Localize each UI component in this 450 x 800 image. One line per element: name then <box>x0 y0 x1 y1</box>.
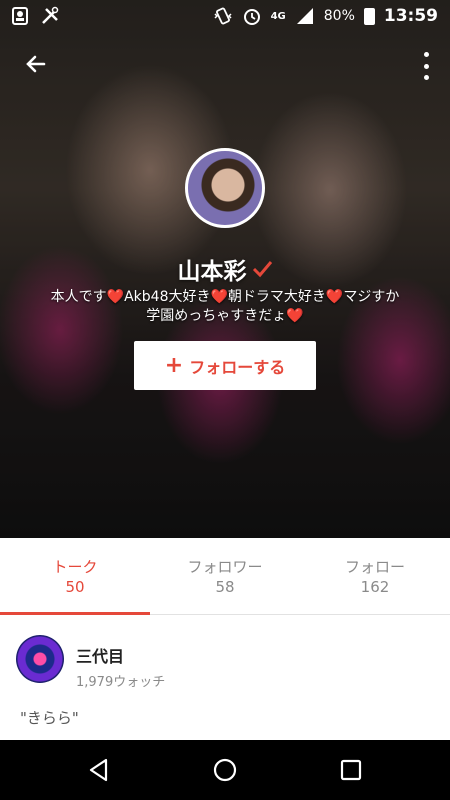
profile-bio: 本人です❤️Akb48大好き❤️朝ドラマ大好き❤️マジすか学園めっちゃすきだょ❤… <box>50 289 400 324</box>
more-dot <box>423 63 429 69</box>
clock: 13:59 <box>383 6 438 26</box>
battery-icon <box>363 7 375 25</box>
profile-name-row: 山本彩 <box>0 252 450 286</box>
profile-name: 山本彩 <box>177 259 247 285</box>
profile-tabs: トーク 50 フォロワー 58 フォロー 162 <box>0 538 450 615</box>
post-watch-count: 1,979ウォッチ <box>76 675 166 690</box>
more-dot <box>423 75 429 80</box>
circle-home-icon[interactable] <box>212 757 238 783</box>
more-menu-icon[interactable] <box>420 52 432 80</box>
follow-button[interactable]: + フォローする <box>134 341 316 390</box>
post-quote: "きらら" <box>20 709 79 727</box>
profile-avatar[interactable] <box>185 148 265 228</box>
tab-count: 58 <box>215 578 235 596</box>
post-author-name[interactable]: 三代目 <box>76 643 124 667</box>
back-arrow-icon[interactable] <box>20 52 52 80</box>
post-card[interactable]: 三代目 1,979ウォッチ "きらら" <box>0 615 450 739</box>
tools-icon <box>42 6 59 24</box>
alarm-icon <box>243 9 260 25</box>
plus-icon: + <box>164 352 184 378</box>
system-nav-bar <box>0 740 450 800</box>
tab-label: トーク <box>52 558 98 576</box>
more-dot <box>423 52 429 57</box>
tab-followers[interactable]: フォロワー 58 <box>150 538 300 614</box>
follow-button-label: フォローする <box>189 357 286 377</box>
tab-following[interactable]: フォロー 162 <box>300 538 450 614</box>
status-right-icons: 4G 80% 13:59 <box>213 6 438 26</box>
battery-percent: 80% <box>323 8 355 24</box>
status-left-icons <box>10 6 60 26</box>
arrow-left-icon <box>26 55 46 73</box>
tab-count: 162 <box>360 578 390 596</box>
square-recents-icon[interactable] <box>338 757 364 783</box>
verified-check-icon <box>252 261 272 278</box>
tab-label: フォロー <box>344 558 405 576</box>
signal-icon <box>296 8 313 24</box>
vibrate-icon <box>214 7 232 25</box>
tab-talk[interactable]: トーク 50 <box>0 538 150 615</box>
network-type: 4G <box>270 10 286 22</box>
status-bar: 4G 80% 13:59 <box>0 0 450 32</box>
triangle-back-icon[interactable] <box>86 757 112 783</box>
tab-count: 50 <box>65 578 85 596</box>
post-author-avatar[interactable] <box>16 635 64 683</box>
tab-label: フォロワー <box>187 558 263 576</box>
contacts-icon <box>12 7 28 25</box>
